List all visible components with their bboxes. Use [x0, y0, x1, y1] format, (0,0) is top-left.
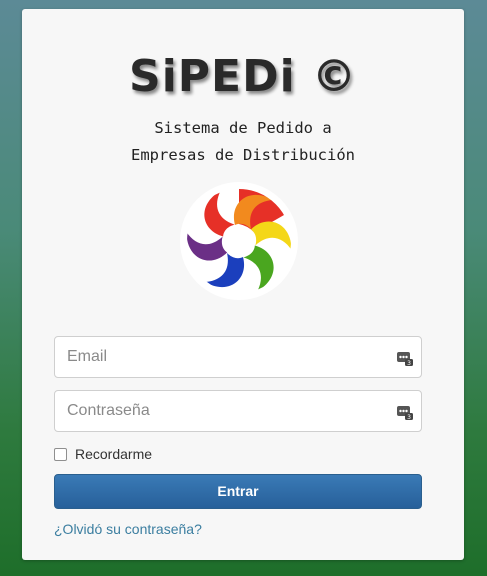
- email-field-wrapper: 3: [54, 336, 422, 378]
- remember-label: Recordarme: [75, 446, 153, 462]
- svg-text:3: 3: [407, 414, 411, 421]
- subtitle-line-2: Empresas de Distribución: [131, 146, 355, 164]
- app-logo-title: SiPEDi ©: [129, 51, 357, 102]
- app-subtitle: Sistema de Pedido a Empresas de Distribu…: [22, 115, 464, 169]
- password-manager-icon[interactable]: 3: [396, 349, 414, 367]
- email-input[interactable]: [55, 337, 385, 377]
- subtitle-line-1: Sistema de Pedido a: [154, 119, 332, 137]
- svg-text:3: 3: [407, 360, 411, 367]
- forgot-password-link[interactable]: ¿Olvidó su contraseña?: [54, 521, 202, 537]
- login-card: SiPEDi © Sistema de Pedido a Empresas de…: [22, 9, 464, 560]
- password-input[interactable]: [55, 391, 385, 431]
- remember-me[interactable]: Recordarme: [54, 445, 152, 463]
- password-field-wrapper: 3: [54, 390, 422, 432]
- password-manager-icon[interactable]: 3: [396, 403, 414, 421]
- remember-checkbox[interactable]: [54, 447, 67, 461]
- submit-button[interactable]: Entrar: [54, 474, 422, 509]
- rainbow-swirl-logo-icon: [179, 181, 299, 301]
